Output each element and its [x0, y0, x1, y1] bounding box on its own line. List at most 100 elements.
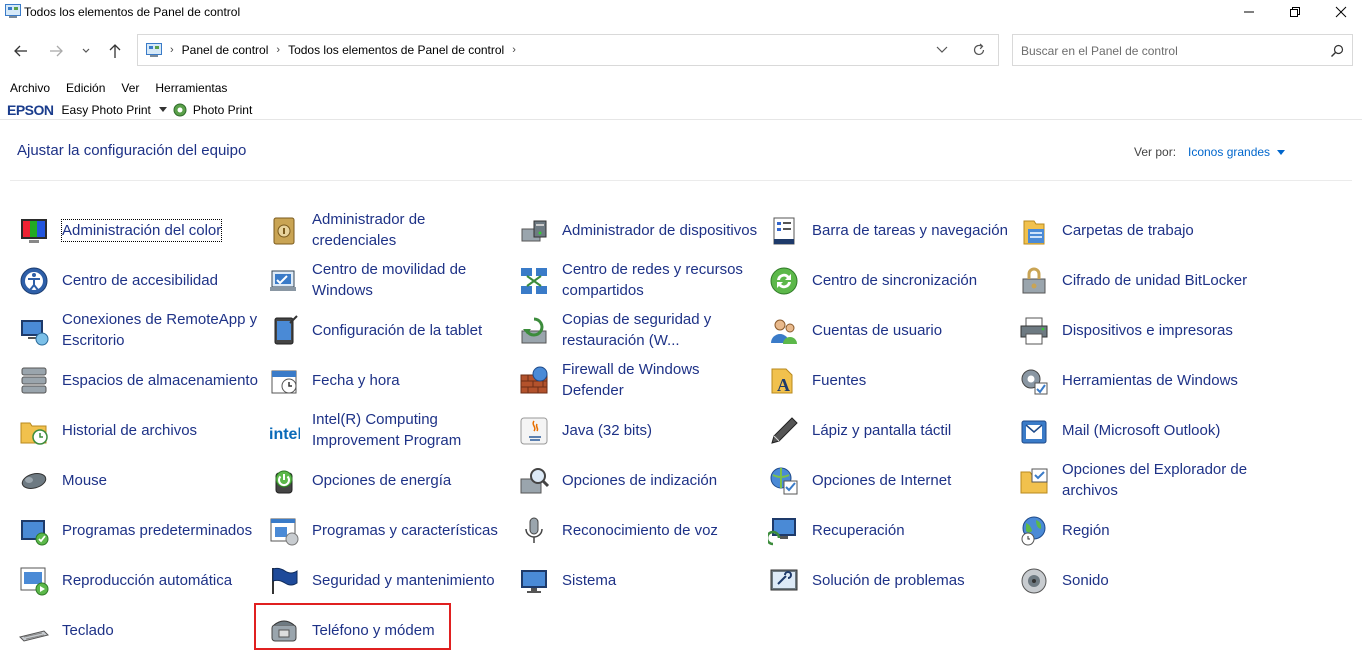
- control-panel-item-label[interactable]: Fuentes: [812, 370, 866, 391]
- control-panel-item[interactable]: Administrador de credenciales: [268, 205, 508, 255]
- control-panel-item-label[interactable]: Lápiz y pantalla táctil: [812, 420, 951, 441]
- control-panel-item[interactable]: Administración del color: [18, 205, 258, 255]
- control-panel-item-label[interactable]: Centro de movilidad de Windows: [312, 259, 508, 301]
- control-panel-item[interactable]: Mouse: [18, 455, 258, 505]
- control-panel-item-label[interactable]: Espacios de almacenamiento: [62, 370, 258, 391]
- control-panel-item[interactable]: Historial de archivos: [18, 405, 258, 455]
- control-panel-item[interactable]: Teclado: [18, 605, 258, 655]
- up-button[interactable]: [105, 42, 125, 60]
- recent-locations-button[interactable]: [77, 42, 95, 60]
- control-panel-item-label[interactable]: Reconocimiento de voz: [562, 520, 718, 541]
- search-icon[interactable]: [1330, 44, 1344, 58]
- control-panel-item[interactable]: Reproducción automática: [18, 555, 258, 605]
- menu-archivo[interactable]: Archivo: [10, 81, 50, 99]
- control-panel-item-label[interactable]: Opciones de energía: [312, 470, 451, 491]
- control-panel-item[interactable]: Seguridad y mantenimiento: [268, 555, 508, 605]
- control-panel-item[interactable]: Opciones de energía: [268, 455, 508, 505]
- control-panel-item-label[interactable]: Opciones del Explorador de archivos: [1062, 459, 1258, 501]
- control-panel-item[interactable]: Java (32 bits): [518, 405, 758, 455]
- control-panel-item-label[interactable]: Barra de tareas y navegación: [812, 220, 1008, 241]
- control-panel-item[interactable]: Dispositivos e impresoras: [1018, 305, 1258, 355]
- control-panel-item[interactable]: Centro de sincronización: [768, 255, 1008, 305]
- control-panel-item[interactable]: Conexiones de RemoteApp y Escritorio: [18, 305, 258, 355]
- control-panel-item-label[interactable]: Opciones de indización: [562, 470, 717, 491]
- control-panel-item-label[interactable]: Herramientas de Windows: [1062, 370, 1238, 391]
- view-by-dropdown[interactable]: Iconos grandes: [1188, 145, 1286, 159]
- control-panel-item[interactable]: Centro de redes y recursos compartidos: [518, 255, 758, 305]
- view-by-value[interactable]: Iconos grandes: [1188, 145, 1270, 159]
- forward-button[interactable]: [46, 42, 66, 60]
- control-panel-item[interactable]: Centro de movilidad de Windows: [268, 255, 508, 305]
- control-panel-item-label[interactable]: Solución de problemas: [812, 570, 965, 591]
- control-panel-item[interactable]: Sistema: [518, 555, 758, 605]
- control-panel-item[interactable]: Opciones del Explorador de archivos: [1018, 455, 1258, 505]
- control-panel-item-label[interactable]: Administrador de dispositivos: [562, 220, 757, 241]
- control-panel-item[interactable]: Carpetas de trabajo: [1018, 205, 1258, 255]
- photo-print-button[interactable]: Photo Print: [193, 103, 252, 117]
- control-panel-item-label[interactable]: Firewall de Windows Defender: [562, 359, 758, 401]
- control-panel-item-label[interactable]: Copias de seguridad y restauración (W...: [562, 309, 758, 351]
- control-panel-item-label[interactable]: Administración del color: [60, 218, 223, 242]
- control-panel-item-label[interactable]: Región: [1062, 520, 1110, 541]
- control-panel-item-label[interactable]: Dispositivos e impresoras: [1062, 320, 1233, 341]
- control-panel-item[interactable]: Mail (Microsoft Outlook): [1018, 405, 1258, 455]
- control-panel-item[interactable]: Programas predeterminados: [18, 505, 258, 555]
- control-panel-item[interactable]: Fecha y hora: [268, 355, 508, 405]
- control-panel-item[interactable]: Sonido: [1018, 555, 1258, 605]
- control-panel-item[interactable]: Firewall de Windows Defender: [518, 355, 758, 405]
- menu-edicion[interactable]: Edición: [66, 81, 105, 99]
- control-panel-item[interactable]: Reconocimiento de voz: [518, 505, 758, 555]
- control-panel-item-label[interactable]: Centro de accesibilidad: [62, 270, 218, 291]
- minimize-button[interactable]: [1226, 0, 1272, 24]
- control-panel-item-label[interactable]: Fecha y hora: [312, 370, 400, 391]
- breadcrumb-control-panel[interactable]: Panel de control: [182, 43, 269, 57]
- control-panel-item-label[interactable]: Reproducción automática: [62, 570, 232, 591]
- control-panel-item[interactable]: Espacios de almacenamiento: [18, 355, 258, 405]
- caret-down-icon[interactable]: [1277, 150, 1286, 156]
- control-panel-item[interactable]: intel Intel(R) Computing Improvement Prog…: [268, 405, 508, 455]
- control-panel-item[interactable]: Configuración de la tablet: [268, 305, 508, 355]
- control-panel-item[interactable]: Recuperación: [768, 505, 1008, 555]
- close-button[interactable]: [1318, 0, 1362, 24]
- address-bar[interactable]: › Panel de control › Todos los elementos…: [137, 34, 999, 66]
- control-panel-item-label[interactable]: Administrador de credenciales: [312, 209, 508, 251]
- control-panel-item[interactable]: Opciones de indización: [518, 455, 758, 505]
- refresh-icon[interactable]: [972, 43, 986, 57]
- caret-down-icon[interactable]: [158, 107, 167, 113]
- control-panel-item-label[interactable]: Cifrado de unidad BitLocker: [1062, 270, 1247, 291]
- control-panel-item[interactable]: Cifrado de unidad BitLocker: [1018, 255, 1258, 305]
- control-panel-item-label[interactable]: Sonido: [1062, 570, 1109, 591]
- back-button[interactable]: [11, 42, 31, 60]
- control-panel-item-label[interactable]: Configuración de la tablet: [312, 320, 482, 341]
- control-panel-item-label[interactable]: Opciones de Internet: [812, 470, 951, 491]
- breadcrumb-separator-icon[interactable]: ›: [276, 44, 280, 56]
- control-panel-item-label[interactable]: Java (32 bits): [562, 420, 652, 441]
- search-input[interactable]: Buscar en el Panel de control: [1012, 34, 1353, 66]
- easy-photo-print-button[interactable]: Easy Photo Print: [62, 103, 151, 117]
- control-panel-item-label[interactable]: Teclado: [62, 620, 114, 641]
- control-panel-item[interactable]: Cuentas de usuario: [768, 305, 1008, 355]
- control-panel-item[interactable]: Copias de seguridad y restauración (W...: [518, 305, 758, 355]
- control-panel-item[interactable]: Herramientas de Windows: [1018, 355, 1258, 405]
- control-panel-item[interactable]: Región: [1018, 505, 1258, 555]
- control-panel-item-label[interactable]: Cuentas de usuario: [812, 320, 942, 341]
- control-panel-item-label[interactable]: Recuperación: [812, 520, 905, 541]
- control-panel-item-label[interactable]: Programas y características: [312, 520, 498, 541]
- breadcrumb-all-items[interactable]: Todos los elementos de Panel de control: [288, 43, 504, 57]
- control-panel-item[interactable]: Administrador de dispositivos: [518, 205, 758, 255]
- control-panel-item-label[interactable]: Mouse: [62, 470, 107, 491]
- control-panel-item-label[interactable]: Carpetas de trabajo: [1062, 220, 1194, 241]
- control-panel-item-label[interactable]: Intel(R) Computing Improvement Program: [312, 409, 508, 451]
- control-panel-item-label[interactable]: Conexiones de RemoteApp y Escritorio: [62, 309, 258, 351]
- control-panel-item-label[interactable]: Seguridad y mantenimiento: [312, 570, 495, 591]
- control-panel-item-label[interactable]: Centro de sincronización: [812, 270, 977, 291]
- control-panel-item[interactable]: Barra de tareas y navegación: [768, 205, 1008, 255]
- chevron-down-icon[interactable]: [936, 46, 948, 54]
- restore-button[interactable]: [1272, 0, 1318, 24]
- control-panel-item-label[interactable]: Mail (Microsoft Outlook): [1062, 420, 1220, 441]
- breadcrumb-separator-icon[interactable]: ›: [170, 44, 174, 56]
- control-panel-item-label[interactable]: Centro de redes y recursos compartidos: [562, 259, 758, 301]
- control-panel-item[interactable]: Opciones de Internet: [768, 455, 1008, 505]
- breadcrumb-separator-icon[interactable]: ›: [512, 44, 516, 56]
- control-panel-item[interactable]: Lápiz y pantalla táctil: [768, 405, 1008, 455]
